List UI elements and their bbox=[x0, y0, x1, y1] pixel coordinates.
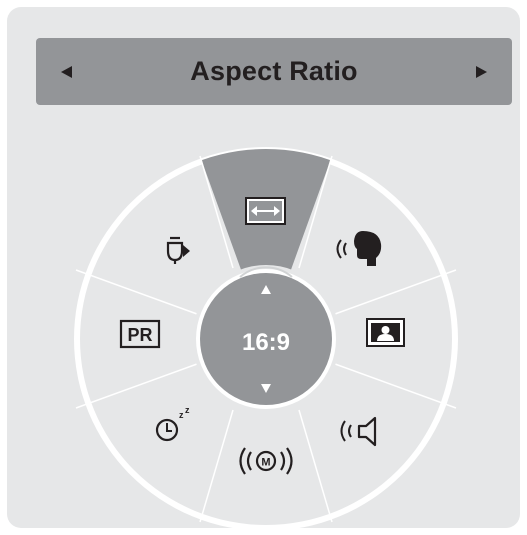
quick-menu-wheel: 16:9 M z z PR bbox=[74, 147, 458, 531]
portrait-icon bbox=[366, 318, 405, 347]
svg-text:M: M bbox=[261, 457, 270, 469]
svg-text:PR: PR bbox=[127, 325, 152, 345]
current-value: 16:9 bbox=[242, 329, 290, 356]
horizontal-arrows-icon bbox=[245, 197, 286, 225]
svg-text:z: z bbox=[179, 410, 184, 420]
svg-text:z: z bbox=[185, 405, 190, 415]
